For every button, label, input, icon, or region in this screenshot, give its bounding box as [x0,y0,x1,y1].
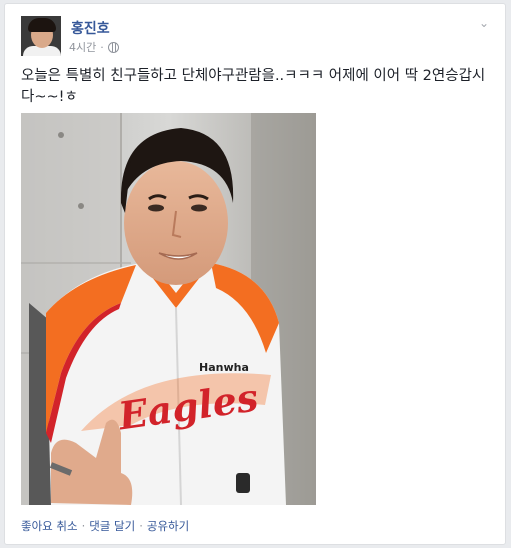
chevron-down-icon[interactable]: ⌄ [477,16,491,30]
share-button[interactable]: 공유하기 [147,519,189,533]
globe-icon[interactable] [107,41,119,53]
jersey-sponsor-text: Hanwha [199,361,249,374]
post-actions: 좋아요 취소 · 댓글 달기 · 공유하기 [21,519,190,533]
post-card: 홍진호 4시간 · ⌄ 오늘은 특별히 친구들하고 단체야구관람을..ㅋㅋㅋ 어… [4,3,506,545]
unlike-button[interactable]: 좋아요 취소 [21,519,78,533]
avatar[interactable] [21,16,61,56]
meta-separator: · [100,40,104,54]
post-meta: 4시간 · [69,39,119,55]
post-photo[interactable]: Hanwha Eagles [21,113,316,505]
post-text: 오늘은 특별히 친구들하고 단체야구관람을..ㅋㅋㅋ 어제에 이어 딱 2연승갑… [21,68,486,105]
post-time[interactable]: 4시간 [69,39,96,55]
author-name[interactable]: 홍진호 [71,18,110,38]
comment-button[interactable]: 댓글 달기 [89,519,135,533]
